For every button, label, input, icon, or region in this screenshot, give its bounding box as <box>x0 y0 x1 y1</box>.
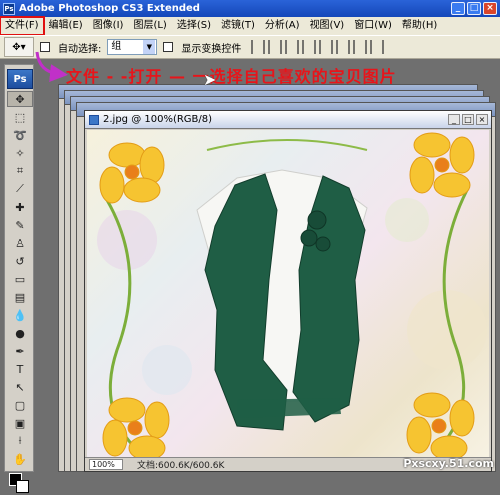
blur-tool-icon[interactable]: 💧 <box>7 307 33 323</box>
window-controls: _ □ × <box>451 2 500 15</box>
ps-app-icon: Ps <box>3 2 15 15</box>
flower-bottom-left <box>102 397 170 457</box>
document-title-bar[interactable]: 2.jpg @ 100%(RGB/8) _ □ × <box>85 111 491 129</box>
watermark: Pxscxy.51.com <box>403 457 494 470</box>
doc-close-button[interactable]: × <box>476 114 488 125</box>
move-tool-icon[interactable]: ✥ <box>7 91 33 107</box>
mouse-cursor-icon: ➤ <box>203 70 217 89</box>
menu-file[interactable]: 文件(F) <box>0 16 45 36</box>
marquee-tool-icon[interactable]: ⬚ <box>7 109 33 125</box>
document-window-controls: _ □ × <box>448 114 491 125</box>
menu-view[interactable]: 视图(V) <box>305 17 350 35</box>
magic-wand-tool-icon[interactable]: ✧ <box>7 145 33 161</box>
document-window[interactable]: 2.jpg @ 100%(RGB/8) _ □ × 100% 文档:600.6K… <box>84 110 492 472</box>
flower-top-right <box>409 132 475 198</box>
menu-filter[interactable]: 滤镜(T) <box>216 17 260 35</box>
document-icon <box>89 114 99 125</box>
move-icon: ✥▾ <box>12 41 26 53</box>
align-middle-icon[interactable] <box>268 40 283 54</box>
menu-select[interactable]: 选择(S) <box>172 17 216 35</box>
background-color[interactable] <box>16 480 29 493</box>
color-swatches[interactable] <box>7 471 33 495</box>
align-center-icon[interactable] <box>319 40 334 54</box>
menu-help[interactable]: 帮助(H) <box>397 17 442 35</box>
menu-layer[interactable]: 图层(L) <box>128 17 171 35</box>
align-right-icon[interactable] <box>336 40 351 54</box>
photo-content <box>97 132 487 457</box>
show-transform-label: 显示变换控件 <box>181 43 242 55</box>
document-title: 2.jpg @ 100%(RGB/8) <box>103 114 213 125</box>
document-size: 文档:600.6K/600.6K <box>137 461 225 471</box>
auto-select-value: 组 <box>111 41 122 52</box>
eraser-tool-icon[interactable]: ▭ <box>7 271 33 287</box>
move-tool-preset-button[interactable]: ✥▾ <box>4 37 34 57</box>
gradient-tool-icon[interactable]: ▤ <box>7 289 33 305</box>
hand-tool-icon[interactable]: ✋ <box>7 451 33 467</box>
clone-stamp-tool-icon[interactable]: ♙ <box>7 235 33 251</box>
distribute-middle-icon[interactable] <box>370 40 385 54</box>
distribute-top-icon[interactable] <box>353 40 368 54</box>
pen-tool-icon[interactable]: ✒ <box>7 343 33 359</box>
show-transform-checkbox[interactable] <box>163 42 174 52</box>
flower-bottom-right <box>406 392 475 457</box>
menu-bar: 文件(F) 编辑(E) 图像(I) 图层(L) 选择(S) 滤镜(T) 分析(A… <box>0 16 500 36</box>
type-tool-icon[interactable]: T <box>7 361 33 377</box>
brush-tool-icon[interactable]: ✎ <box>7 217 33 233</box>
path-selection-tool-icon[interactable]: ↖ <box>7 379 33 395</box>
app-title: Adobe Photoshop CS3 Extended <box>19 3 200 14</box>
minimize-button[interactable]: _ <box>451 2 465 15</box>
align-buttons <box>251 40 385 54</box>
doc-maximize-button[interactable]: □ <box>462 114 474 125</box>
image-canvas[interactable] <box>87 130 489 457</box>
history-brush-tool-icon[interactable]: ↺ <box>7 253 33 269</box>
menu-image[interactable]: 图像(I) <box>88 17 129 35</box>
doc-minimize-button[interactable]: _ <box>448 114 460 125</box>
close-button[interactable]: × <box>483 2 497 15</box>
menu-edit[interactable]: 编辑(E) <box>44 17 88 35</box>
menu-window[interactable]: 窗口(W) <box>349 17 397 35</box>
eyedropper-tool-icon[interactable]: ⟊ <box>7 433 33 449</box>
ps-logo: Ps <box>7 69 33 89</box>
maximize-button[interactable]: □ <box>467 2 481 15</box>
notes-tool-icon[interactable]: ▣ <box>7 415 33 431</box>
menu-analysis[interactable]: 分析(A) <box>260 17 305 35</box>
align-left-icon[interactable] <box>302 40 317 54</box>
flower-top-left <box>99 142 165 204</box>
align-bottom-icon[interactable] <box>285 40 300 54</box>
tutorial-annotation: 文件 - -打开 — 一选择自己喜欢的宝贝图片 <box>66 67 397 86</box>
zoom-field[interactable]: 100% <box>89 459 123 470</box>
auto-select-dropdown[interactable]: 组 <box>107 39 158 55</box>
lasso-tool-icon[interactable]: ➰ <box>7 127 33 143</box>
align-top-icon[interactable] <box>251 40 266 54</box>
app-title-bar: Ps Adobe Photoshop CS3 Extended _ □ × <box>0 0 500 17</box>
toolbox: Ps ✥ ⬚ ➰ ✧ ⌗ ⟋ ✚ ✎ ♙ ↺ ▭ ▤ 💧 ● ✒ T ↖ ▢ ▣… <box>4 64 34 493</box>
options-bar: ✥▾ 自动选择: 组 显示变换控件 <box>0 35 500 59</box>
slice-tool-icon[interactable]: ⟋ <box>7 181 33 197</box>
shape-tool-icon[interactable]: ▢ <box>7 397 33 413</box>
dodge-tool-icon[interactable]: ● <box>7 325 33 341</box>
healing-brush-tool-icon[interactable]: ✚ <box>7 199 33 215</box>
crop-tool-icon[interactable]: ⌗ <box>7 163 33 179</box>
